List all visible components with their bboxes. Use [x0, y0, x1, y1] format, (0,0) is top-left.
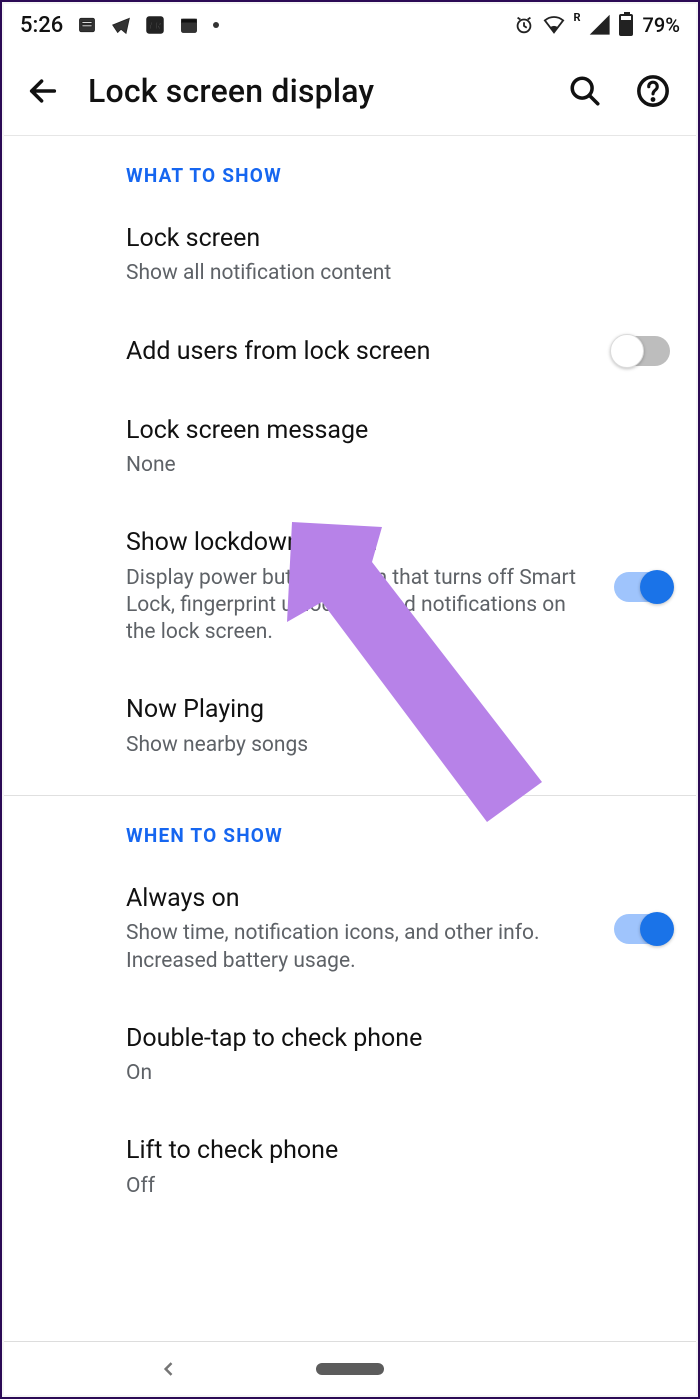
setting-title: Lift to check phone — [126, 1135, 652, 1166]
app-bar: Lock screen display — [4, 46, 696, 136]
roaming-icon: R — [573, 11, 580, 24]
status-bar: 5:26 LR R 79% — [4, 4, 696, 46]
telegram-icon — [111, 15, 131, 35]
page-title: Lock screen display — [88, 72, 540, 110]
back-arrow-icon[interactable] — [26, 74, 60, 108]
toggle-add-users[interactable] — [614, 336, 670, 366]
setting-title: Lock screen message — [126, 415, 652, 446]
help-icon[interactable] — [636, 74, 670, 108]
setting-subtitle: Show all notification content — [126, 260, 652, 287]
wifi-icon — [543, 14, 565, 36]
settings-list: WHAT TO SHOW Lock screen Show all notifi… — [4, 136, 696, 1341]
setting-title: Add users from lock screen — [126, 336, 596, 367]
signal-icon — [589, 14, 611, 36]
setting-add-users[interactable]: Add users from lock screen — [4, 312, 696, 391]
section-header: WHAT TO SHOW — [4, 164, 696, 199]
battery-icon — [619, 14, 633, 36]
setting-title: Show lockdown option — [126, 527, 596, 558]
setting-lockdown-option[interactable]: Show lockdown option Display power butto… — [4, 503, 696, 670]
setting-subtitle: Show nearby songs — [126, 732, 652, 759]
status-time: 5:26 — [20, 13, 63, 38]
setting-subtitle: Off — [126, 1173, 652, 1200]
setting-subtitle: Show time, notification icons, and other… — [126, 920, 596, 975]
setting-subtitle: None — [126, 452, 652, 479]
calendar-icon — [179, 15, 199, 35]
nav-back-icon[interactable] — [159, 1359, 179, 1379]
nav-home-pill[interactable] — [316, 1363, 384, 1375]
section-header: WHEN TO SHOW — [4, 824, 696, 859]
toggle-lockdown[interactable] — [614, 572, 670, 602]
setting-now-playing[interactable]: Now Playing Show nearby songs — [4, 670, 696, 783]
section-when-to-show: WHEN TO SHOW Always on Show time, notifi… — [4, 796, 696, 1236]
setting-title: Now Playing — [126, 694, 652, 725]
setting-subtitle: On — [126, 1060, 652, 1087]
system-nav-bar — [4, 1341, 696, 1395]
svg-text:LR: LR — [148, 21, 161, 32]
setting-title: Double-tap to check phone — [126, 1023, 652, 1054]
setting-always-on[interactable]: Always on Show time, notification icons,… — [4, 859, 696, 999]
setting-subtitle: Display power button option that turns o… — [126, 565, 596, 647]
setting-lock-screen[interactable]: Lock screen Show all notification conten… — [4, 199, 696, 312]
toggle-always-on[interactable] — [614, 914, 670, 944]
setting-title: Always on — [126, 883, 596, 914]
setting-double-tap[interactable]: Double-tap to check phone On — [4, 999, 696, 1112]
setting-lock-screen-message[interactable]: Lock screen message None — [4, 391, 696, 504]
messages-icon — [77, 15, 97, 35]
search-icon[interactable] — [568, 74, 602, 108]
more-notifications-icon — [213, 22, 219, 28]
alarm-icon — [513, 14, 535, 36]
setting-title: Lock screen — [126, 223, 652, 254]
battery-percent: 79% — [643, 13, 680, 37]
section-what-to-show: WHAT TO SHOW Lock screen Show all notifi… — [4, 136, 696, 796]
lr-app-icon: LR — [145, 15, 165, 35]
setting-lift-to-check[interactable]: Lift to check phone Off — [4, 1111, 696, 1224]
